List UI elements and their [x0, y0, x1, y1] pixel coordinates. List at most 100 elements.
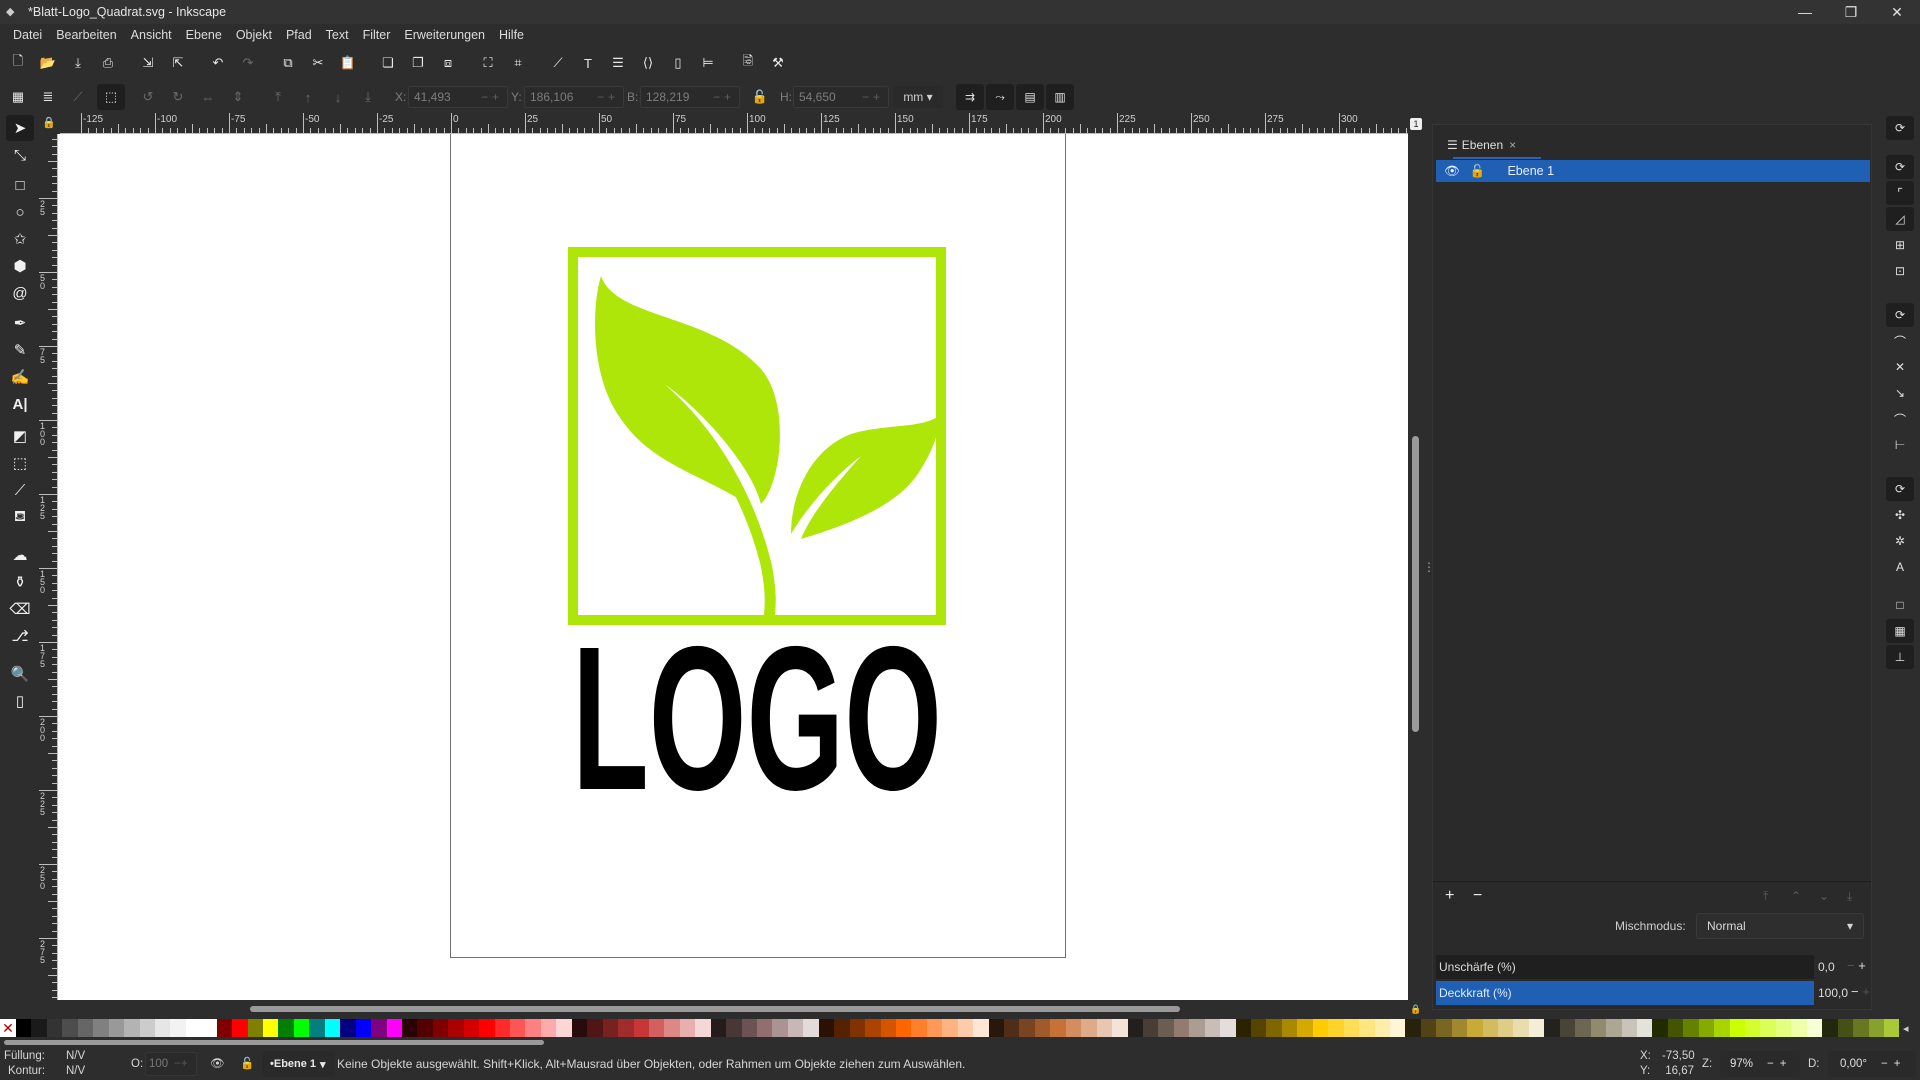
color-swatch[interactable] [1359, 1019, 1375, 1037]
align-distribute-icon[interactable]: ☰ [607, 52, 629, 74]
color-swatch[interactable] [108, 1019, 125, 1037]
redo-icon[interactable]: ↷ [237, 52, 259, 74]
color-swatch[interactable] [278, 1019, 294, 1037]
color-swatch[interactable] [803, 1019, 819, 1037]
menu-text[interactable]: Text [319, 28, 356, 42]
color-swatch[interactable] [1142, 1019, 1159, 1037]
color-swatch[interactable] [355, 1019, 372, 1037]
color-swatch[interactable] [1312, 1019, 1329, 1037]
color-swatch[interactable] [1467, 1019, 1483, 1037]
color-swatch[interactable] [1528, 1019, 1545, 1037]
fill-value[interactable]: N/V [66, 1050, 85, 1062]
remove-layer-button[interactable]: − [1473, 887, 1482, 905]
ruler-lock-icon[interactable]: 🔒 [42, 116, 56, 130]
color-swatch[interactable] [525, 1019, 541, 1037]
snap-page-border-icon[interactable]: □ [1886, 593, 1914, 617]
color-swatch[interactable] [154, 1019, 171, 1037]
color-swatch[interactable] [957, 1019, 974, 1037]
canvas[interactable]: LOGO [58, 134, 1408, 1000]
x-stepper[interactable]: −+ [479, 90, 507, 104]
color-swatch[interactable] [232, 1019, 248, 1037]
color-swatch[interactable] [1374, 1019, 1390, 1037]
menu-erweiterungen[interactable]: Erweiterungen [397, 28, 492, 42]
node-tool[interactable]: ⤡ [6, 142, 34, 168]
rotate-cw-icon[interactable]: ↻ [167, 86, 189, 108]
color-swatch[interactable] [1266, 1019, 1282, 1037]
objects-icon[interactable]: ▯ [667, 52, 689, 74]
horizontal-scrollbar[interactable] [250, 1006, 1180, 1012]
opacity-slider[interactable]: Deckkraft (%) [1436, 981, 1814, 1005]
color-swatch[interactable] [571, 1019, 588, 1037]
color-swatch[interactable] [324, 1019, 341, 1037]
color-swatch[interactable] [1636, 1019, 1653, 1037]
undo-icon[interactable]: ↶ [207, 52, 229, 74]
spiral-tool[interactable]: @ [6, 280, 34, 306]
color-swatch[interactable] [942, 1019, 958, 1037]
color-swatch[interactable] [340, 1019, 356, 1037]
tweak-tool[interactable]: ☁ [6, 542, 34, 568]
duplicate-icon[interactable]: ❏ [377, 52, 399, 74]
color-swatch[interactable] [1251, 1019, 1267, 1037]
clone-icon[interactable]: ❐ [407, 52, 429, 74]
color-swatch[interactable] [818, 1019, 835, 1037]
color-swatch[interactable] [1667, 1019, 1684, 1037]
color-swatch[interactable] [62, 1019, 78, 1037]
visibility-eye-icon[interactable]: 👁 [1444, 164, 1460, 179]
menu-datei[interactable]: Datei [6, 28, 49, 42]
fill-stroke-icon[interactable]: ⟋ [547, 52, 569, 74]
height-field[interactable]: H: 54,650 −+ [780, 86, 889, 108]
raise-icon[interactable]: ↑ [297, 86, 319, 108]
raise-top-icon[interactable]: ⤒ [267, 86, 289, 108]
zoom-field[interactable]: 97% −+ [1720, 1051, 1800, 1077]
snap-bbox-corner-icon[interactable]: ◿ [1886, 207, 1914, 231]
color-swatch[interactable] [1389, 1019, 1406, 1037]
snap-guide-icon[interactable]: ⊥ [1886, 645, 1914, 669]
lower-bottom-icon[interactable]: ⤓ [357, 86, 379, 108]
menu-ansicht[interactable]: Ansicht [124, 28, 179, 42]
layer-row[interactable]: 👁 🔓 Ebene 1 [1436, 160, 1870, 182]
color-swatch[interactable] [1791, 1019, 1807, 1037]
color-swatch[interactable] [633, 1019, 649, 1037]
color-swatch[interactable] [510, 1019, 526, 1037]
snap-bbox-icon[interactable]: ⟳ [1886, 155, 1914, 179]
color-swatch[interactable] [1714, 1019, 1730, 1037]
canvas-lock-icon[interactable]: 🔒 [1410, 1004, 1422, 1014]
document-properties-icon[interactable]: 🗟 [737, 52, 759, 74]
color-swatch[interactable] [1204, 1019, 1221, 1037]
rectangle-tool[interactable]: □ [6, 172, 34, 198]
color-swatch[interactable] [757, 1019, 773, 1037]
measure-tool[interactable]: ▯ [6, 688, 34, 714]
color-swatch[interactable] [1189, 1019, 1205, 1037]
color-swatch[interactable] [1683, 1019, 1699, 1037]
import-icon[interactable]: ⇲ [137, 52, 159, 74]
color-swatch[interactable] [263, 1019, 279, 1037]
logo-artwork[interactable]: LOGO [451, 134, 1067, 958]
star-tool[interactable]: ✩ [6, 226, 34, 252]
transform-patterns-button[interactable]: ▥ [1046, 84, 1074, 110]
color-swatch[interactable] [1065, 1019, 1082, 1037]
color-swatch[interactable] [618, 1019, 634, 1037]
color-swatch[interactable] [1096, 1019, 1113, 1037]
color-swatch[interactable] [139, 1019, 155, 1037]
color-swatch[interactable] [710, 1019, 727, 1037]
group-icon[interactable]: ⛶ [477, 52, 499, 74]
width-stepper[interactable]: −+ [711, 90, 739, 104]
layer-to-bottom-icon[interactable]: ⤓ [1847, 889, 1852, 904]
palette-menu-icon[interactable]: ◂ [1903, 1022, 1909, 1035]
maximize-button[interactable]: ❐ [1828, 0, 1874, 24]
color-swatch[interactable] [1158, 1019, 1174, 1037]
color-swatch[interactable] [77, 1019, 94, 1037]
selector-tool[interactable]: ➤ [6, 115, 34, 141]
color-swatch[interactable] [1482, 1019, 1498, 1037]
color-swatch[interactable] [1436, 1019, 1452, 1037]
lock-proportions-icon[interactable]: 🔓 [749, 86, 771, 108]
color-swatch[interactable] [1405, 1019, 1421, 1037]
color-swatch[interactable] [648, 1019, 665, 1037]
color-swatch[interactable] [371, 1019, 387, 1037]
layer-to-top-icon[interactable]: ⤒ [1763, 889, 1768, 904]
snap-bbox-edge-icon[interactable]: ⌜ [1886, 181, 1914, 205]
color-swatch[interactable] [1281, 1019, 1298, 1037]
color-swatch[interactable] [93, 1019, 109, 1037]
color-swatch[interactable] [1621, 1019, 1637, 1037]
color-swatch[interactable] [185, 1019, 202, 1037]
